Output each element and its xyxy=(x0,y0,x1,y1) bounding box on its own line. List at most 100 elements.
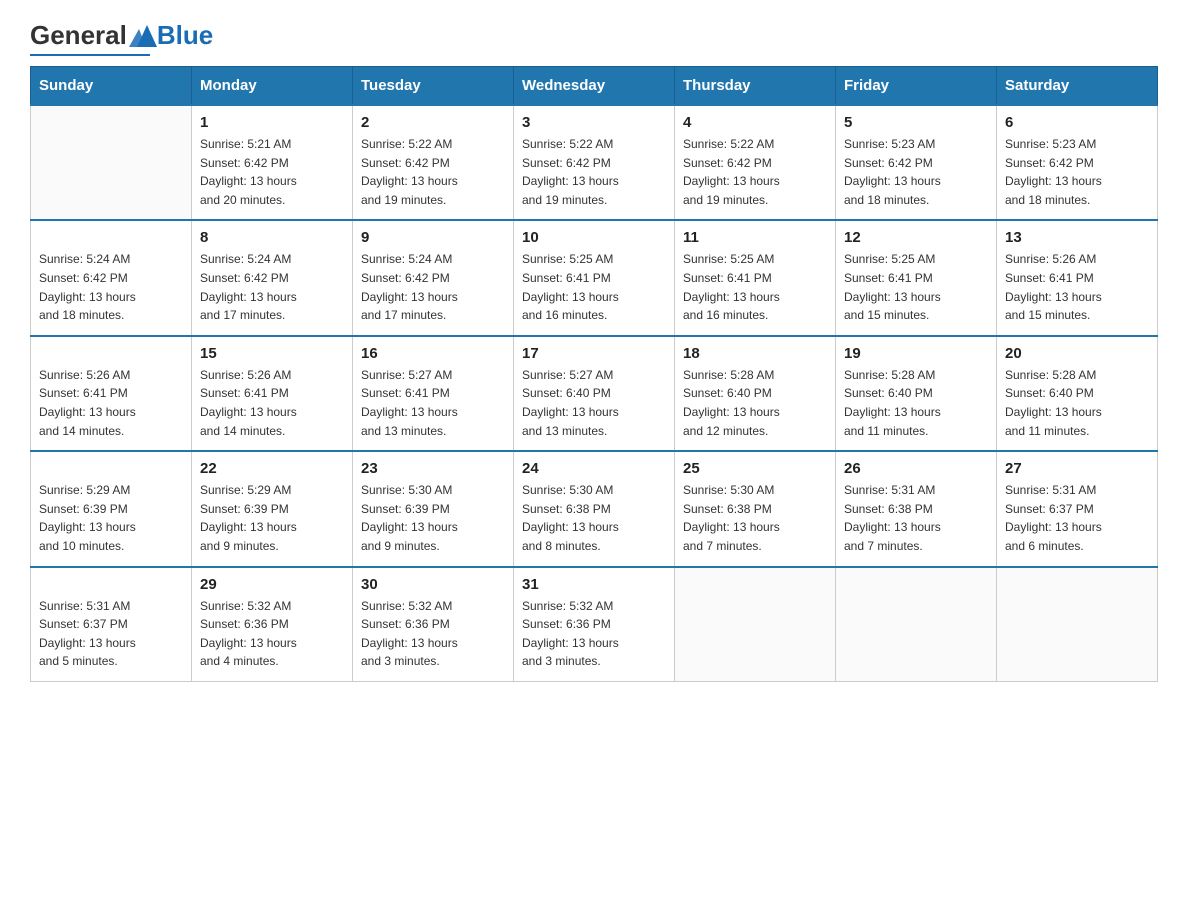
day-number: 29 xyxy=(200,576,344,593)
day-info: Sunrise: 5:26 AMSunset: 6:41 PMDaylight:… xyxy=(1005,250,1149,324)
day-number: 17 xyxy=(522,345,666,362)
calendar-cell xyxy=(836,567,997,682)
day-info: Sunrise: 5:27 AMSunset: 6:41 PMDaylight:… xyxy=(361,366,505,440)
day-info: Sunrise: 5:31 AMSunset: 6:38 PMDaylight:… xyxy=(844,481,988,555)
day-info: Sunrise: 5:22 AMSunset: 6:42 PMDaylight:… xyxy=(361,135,505,209)
logo: General Blue xyxy=(30,20,213,56)
day-info: Sunrise: 5:28 AMSunset: 6:40 PMDaylight:… xyxy=(683,366,827,440)
day-info: Sunrise: 5:30 AMSunset: 6:39 PMDaylight:… xyxy=(361,481,505,555)
day-info: Sunrise: 5:30 AMSunset: 6:38 PMDaylight:… xyxy=(522,481,666,555)
day-number: 20 xyxy=(1005,345,1149,362)
day-info: Sunrise: 5:31 AMSunset: 6:37 PMDaylight:… xyxy=(39,597,183,671)
day-info: Sunrise: 5:24 AMSunset: 6:42 PMDaylight:… xyxy=(39,250,183,324)
calendar-cell: 27 Sunrise: 5:31 AMSunset: 6:37 PMDayligh… xyxy=(997,451,1158,566)
day-number: 31 xyxy=(522,576,666,593)
calendar-cell: 26 Sunrise: 5:31 AMSunset: 6:38 PMDayligh… xyxy=(836,451,997,566)
calendar-cell: 1Sunrise: 5:21 AMSunset: 6:42 PMDaylight… xyxy=(192,105,353,220)
page-header: General Blue xyxy=(30,20,1158,56)
day-number: 25 xyxy=(683,460,827,477)
weekday-sunday: Sunday xyxy=(31,67,192,106)
calendar-cell: 20Sunrise: 5:28 AMSunset: 6:40 PMDayligh… xyxy=(997,336,1158,451)
calendar-cell: 11Sunrise: 5:25 AMSunset: 6:41 PMDayligh… xyxy=(675,220,836,335)
calendar-cell: 15 Sunrise: 5:26 AMSunset: 6:41 PMDayligh… xyxy=(192,336,353,451)
day-info: Sunrise: 5:32 AMSunset: 6:36 PMDaylight:… xyxy=(522,597,666,671)
logo-blue-text: Blue xyxy=(157,20,213,51)
day-info: Sunrise: 5:22 AMSunset: 6:42 PMDaylight:… xyxy=(683,135,827,209)
day-info: Sunrise: 5:27 AMSunset: 6:40 PMDaylight:… xyxy=(522,366,666,440)
day-number: 24 xyxy=(522,460,666,477)
day-info: Sunrise: 5:24 AMSunset: 6:42 PMDaylight:… xyxy=(200,250,344,324)
day-info: Sunrise: 5:26 AMSunset: 6:41 PMDaylight:… xyxy=(200,366,344,440)
week-row-4: 21 Sunrise: 5:29 AMSunset: 6:39 PMDayligh… xyxy=(31,451,1158,566)
day-number: 1 xyxy=(200,114,344,131)
day-info: Sunrise: 5:22 AMSunset: 6:42 PMDaylight:… xyxy=(522,135,666,209)
weekday-thursday: Thursday xyxy=(675,67,836,106)
calendar-cell: 17 Sunrise: 5:27 AMSunset: 6:40 PMDayligh… xyxy=(514,336,675,451)
day-info: Sunrise: 5:32 AMSunset: 6:36 PMDaylight:… xyxy=(200,597,344,671)
weekday-row: SundayMondayTuesdayWednesdayThursdayFrid… xyxy=(31,67,1158,106)
day-info: Sunrise: 5:29 AMSunset: 6:39 PMDaylight:… xyxy=(200,481,344,555)
calendar-cell: 2 Sunrise: 5:22 AMSunset: 6:42 PMDaylight… xyxy=(353,105,514,220)
week-row-5: 28Sunrise: 5:31 AMSunset: 6:37 PMDayligh… xyxy=(31,567,1158,682)
week-row-2: 7Sunrise: 5:24 AMSunset: 6:42 PMDaylight… xyxy=(31,220,1158,335)
day-number: 3 xyxy=(522,114,666,131)
calendar-cell: 16 Sunrise: 5:27 AMSunset: 6:41 PMDayligh… xyxy=(353,336,514,451)
calendar-cell: 19Sunrise: 5:28 AMSunset: 6:40 PMDayligh… xyxy=(836,336,997,451)
week-row-1: 1Sunrise: 5:21 AMSunset: 6:42 PMDaylight… xyxy=(31,105,1158,220)
weekday-tuesday: Tuesday xyxy=(353,67,514,106)
day-info: Sunrise: 5:29 AMSunset: 6:39 PMDaylight:… xyxy=(39,481,183,555)
calendar-cell: 23 Sunrise: 5:30 AMSunset: 6:39 PMDayligh… xyxy=(353,451,514,566)
day-number: 14 xyxy=(39,345,183,362)
calendar-cell: 3 Sunrise: 5:22 AMSunset: 6:42 PMDaylight… xyxy=(514,105,675,220)
day-number: 15 xyxy=(200,345,344,362)
calendar-cell: 10Sunrise: 5:25 AMSunset: 6:41 PMDayligh… xyxy=(514,220,675,335)
day-info: Sunrise: 5:31 AMSunset: 6:37 PMDaylight:… xyxy=(1005,481,1149,555)
day-info: Sunrise: 5:24 AMSunset: 6:42 PMDaylight:… xyxy=(361,250,505,324)
calendar-cell: 14 Sunrise: 5:26 AMSunset: 6:41 PMDayligh… xyxy=(31,336,192,451)
calendar-cell: 5 Sunrise: 5:23 AMSunset: 6:42 PMDaylight… xyxy=(836,105,997,220)
day-info: Sunrise: 5:23 AMSunset: 6:42 PMDaylight:… xyxy=(844,135,988,209)
day-number: 26 xyxy=(844,460,988,477)
day-number: 30 xyxy=(361,576,505,593)
calendar-cell: 21 Sunrise: 5:29 AMSunset: 6:39 PMDayligh… xyxy=(31,451,192,566)
calendar-cell: 28Sunrise: 5:31 AMSunset: 6:37 PMDayligh… xyxy=(31,567,192,682)
day-info: Sunrise: 5:26 AMSunset: 6:41 PMDaylight:… xyxy=(39,366,183,440)
day-info: Sunrise: 5:23 AMSunset: 6:42 PMDaylight:… xyxy=(1005,135,1149,209)
day-number: 4 xyxy=(683,114,827,131)
day-number: 16 xyxy=(361,345,505,362)
weekday-wednesday: Wednesday xyxy=(514,67,675,106)
calendar-cell: 25 Sunrise: 5:30 AMSunset: 6:38 PMDayligh… xyxy=(675,451,836,566)
calendar-cell: 6 Sunrise: 5:23 AMSunset: 6:42 PMDaylight… xyxy=(997,105,1158,220)
day-info: Sunrise: 5:28 AMSunset: 6:40 PMDaylight:… xyxy=(844,366,988,440)
calendar-cell xyxy=(31,105,192,220)
calendar-cell: 30 Sunrise: 5:32 AMSunset: 6:36 PMDayligh… xyxy=(353,567,514,682)
day-number: 5 xyxy=(844,114,988,131)
day-number: 2 xyxy=(361,114,505,131)
weekday-saturday: Saturday xyxy=(997,67,1158,106)
calendar-body: 1Sunrise: 5:21 AMSunset: 6:42 PMDaylight… xyxy=(31,105,1158,681)
day-info: Sunrise: 5:25 AMSunset: 6:41 PMDaylight:… xyxy=(844,250,988,324)
day-number: 11 xyxy=(683,229,827,246)
calendar-cell: 9Sunrise: 5:24 AMSunset: 6:42 PMDaylight… xyxy=(353,220,514,335)
calendar-cell: 18 Sunrise: 5:28 AMSunset: 6:40 PMDayligh… xyxy=(675,336,836,451)
calendar-table: SundayMondayTuesdayWednesdayThursdayFrid… xyxy=(30,66,1158,682)
calendar-cell xyxy=(675,567,836,682)
day-number: 12 xyxy=(844,229,988,246)
day-number: 18 xyxy=(683,345,827,362)
calendar-cell: 22Sunrise: 5:29 AMSunset: 6:39 PMDayligh… xyxy=(192,451,353,566)
day-number: 13 xyxy=(1005,229,1149,246)
day-number: 21 xyxy=(39,460,183,477)
day-number: 27 xyxy=(1005,460,1149,477)
calendar-cell: 24 Sunrise: 5:30 AMSunset: 6:38 PMDayligh… xyxy=(514,451,675,566)
day-number: 6 xyxy=(1005,114,1149,131)
day-info: Sunrise: 5:32 AMSunset: 6:36 PMDaylight:… xyxy=(361,597,505,671)
logo-triangle-icon xyxy=(129,25,157,47)
day-number: 23 xyxy=(361,460,505,477)
day-info: Sunrise: 5:25 AMSunset: 6:41 PMDaylight:… xyxy=(522,250,666,324)
weekday-monday: Monday xyxy=(192,67,353,106)
day-number: 8 xyxy=(200,229,344,246)
logo-underline xyxy=(30,54,150,56)
calendar-cell xyxy=(997,567,1158,682)
day-info: Sunrise: 5:30 AMSunset: 6:38 PMDaylight:… xyxy=(683,481,827,555)
calendar-header: SundayMondayTuesdayWednesdayThursdayFrid… xyxy=(31,67,1158,106)
